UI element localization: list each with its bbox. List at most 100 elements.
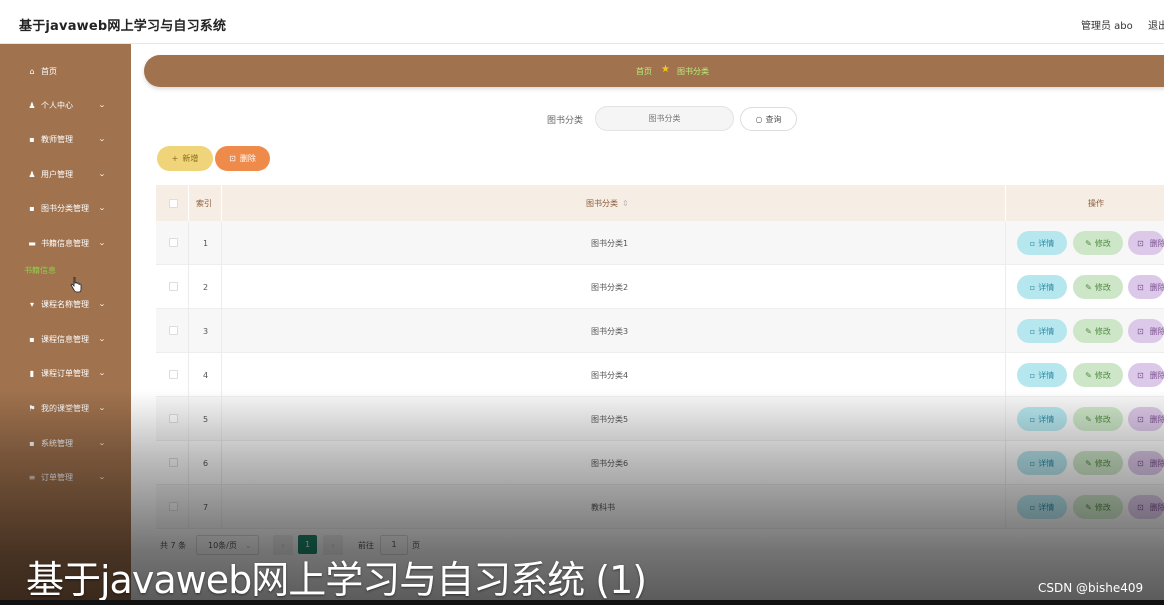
edit-button-label: 修改 <box>1094 326 1111 336</box>
table-row: 6 图书分类6 ▫ 详情 ✎ 修改 ⊡ 删除 <box>156 441 1164 485</box>
sidebar-item-7[interactable]: ▪ 课程信息管理 ⌄ <box>0 326 131 352</box>
row-index: 3 <box>203 326 209 336</box>
grid-icon: ▪ <box>29 203 35 213</box>
table-row: 3 图书分类3 ▫ 详情 ✎ 修改 ⊡ 删除 <box>156 309 1164 353</box>
row-index: 5 <box>203 414 209 424</box>
table-row: 2 图书分类2 ▫ 详情 ✎ 修改 ⊡ 删除 <box>156 265 1164 309</box>
column-header-category[interactable]: 图书分类 ⇕ <box>586 185 629 221</box>
delete-button[interactable]: ⊡ 删除 <box>1128 275 1164 299</box>
breadcrumb-home[interactable]: 首页 <box>636 66 652 77</box>
search-button[interactable]: ○ 查询 <box>740 107 797 131</box>
column-divider <box>221 353 222 397</box>
column-divider <box>188 397 189 441</box>
star-icon: ★ <box>661 64 670 75</box>
sidebar-item-2[interactable]: ▪ 教师管理 ⌄ <box>0 126 131 152</box>
select-all-checkbox[interactable] <box>169 199 178 208</box>
detail-button-label: 详情 <box>1038 326 1055 336</box>
detail-button[interactable]: ▫ 详情 <box>1017 319 1067 343</box>
chat-icon: ▾ <box>29 299 34 309</box>
sidebar-item-6[interactable]: ▾ 课程名称管理 ⌄ <box>0 291 131 317</box>
row-index: 7 <box>203 502 209 512</box>
search-input[interactable] <box>595 106 734 131</box>
search-icon: ○ <box>755 114 763 124</box>
row-category: 教科书 <box>591 502 615 512</box>
row-category: 图书分类2 <box>591 282 629 292</box>
add-button[interactable]: + 新增 <box>157 146 213 171</box>
edit-button[interactable]: ✎ 修改 <box>1073 495 1123 519</box>
edit-button[interactable]: ✎ 修改 <box>1073 407 1123 431</box>
sidebar-item-3[interactable]: ♟ 用户管理 ⌄ <box>0 161 131 187</box>
detail-button[interactable]: ▫ 详情 <box>1017 363 1067 387</box>
edit-button[interactable]: ✎ 修改 <box>1073 231 1123 255</box>
chevron-down-icon: ⌄ <box>98 439 106 447</box>
edit-button[interactable]: ✎ 修改 <box>1073 363 1123 387</box>
delete-button[interactable]: ⊡ 删除 <box>1128 407 1164 431</box>
sidebar-item-10[interactable]: ▪ 系统管理 ⌄ <box>0 430 131 456</box>
row-checkbox[interactable] <box>169 414 178 423</box>
sidebar-subitem-book-info[interactable]: 书籍信息 <box>24 265 56 276</box>
detail-button[interactable]: ▫ 详情 <box>1017 451 1067 475</box>
detail-button-label: 详情 <box>1038 238 1055 248</box>
sidebar-item-9[interactable]: ⚑ 我的课堂管理 ⌄ <box>0 395 131 421</box>
pencil-icon: ✎ <box>1085 238 1092 248</box>
delete-button-label: 删除 <box>1149 414 1164 424</box>
logout-link[interactable]: 退出 <box>1148 17 1164 32</box>
delete-button[interactable]: ⊡ 删除 <box>1128 231 1164 255</box>
document-icon: ▫ <box>1029 414 1036 424</box>
delete-button[interactable]: ⊡ 删除 <box>1128 363 1164 387</box>
chevron-down-icon: ⌄ <box>98 204 106 212</box>
top-header: 基于javaweb网上学习与自习系统 管理员 abo 退出 <box>0 0 1164 44</box>
edit-button[interactable]: ✎ 修改 <box>1073 451 1123 475</box>
edit-button[interactable]: ✎ 修改 <box>1073 275 1123 299</box>
detail-button[interactable]: ▫ 详情 <box>1017 495 1067 519</box>
delete-button[interactable]: ⊡ 删除 <box>1128 495 1164 519</box>
column-divider <box>1005 221 1006 265</box>
column-divider <box>221 441 222 485</box>
column-divider <box>1005 265 1006 309</box>
chevron-down-icon: ⌄ <box>98 300 106 308</box>
column-divider <box>221 221 222 265</box>
row-checkbox[interactable] <box>169 458 178 467</box>
detail-button[interactable]: ▫ 详情 <box>1017 231 1067 255</box>
table-row: 7 教科书 ▫ 详情 ✎ 修改 ⊡ 删除 <box>156 485 1164 529</box>
sidebar-item-label: 课程名称管理 <box>41 299 89 309</box>
chevron-down-icon: ⌄ <box>98 101 106 109</box>
row-checkbox[interactable] <box>169 370 178 379</box>
row-checkbox[interactable] <box>169 502 178 511</box>
document-icon: ▫ <box>1029 326 1036 336</box>
video-caption: 基于javaweb网上学习与自习系统 (1) <box>26 558 647 602</box>
detail-button-label: 详情 <box>1038 458 1055 468</box>
delete-button[interactable]: ⊡ 删除 <box>1128 319 1164 343</box>
add-button-label: 新增 <box>182 154 199 163</box>
pencil-icon: ✎ <box>1085 282 1092 292</box>
sidebar-item-8[interactable]: ▮ 课程订单管理 ⌄ <box>0 360 131 386</box>
book-icon: ▬ <box>28 238 36 248</box>
row-checkbox[interactable] <box>169 238 178 247</box>
row-checkbox[interactable] <box>169 282 178 291</box>
batch-delete-label: 删除 <box>239 154 256 163</box>
edit-button[interactable]: ✎ 修改 <box>1073 319 1123 343</box>
row-index: 2 <box>203 282 209 292</box>
detail-button[interactable]: ▫ 详情 <box>1017 275 1067 299</box>
edit-button-label: 修改 <box>1094 414 1111 424</box>
row-checkbox[interactable] <box>169 326 178 335</box>
sidebar-item-4[interactable]: ▪ 图书分类管理 ⌄ <box>0 195 131 221</box>
sidebar-item-11[interactable]: ≡ 订单管理 ⌄ <box>0 464 131 490</box>
sidebar-item-0[interactable]: ⌂ 首页 <box>0 58 131 84</box>
user-icon: ♟ <box>28 169 36 179</box>
delete-button[interactable]: ⊡ 删除 <box>1128 451 1164 475</box>
edit-button-label: 修改 <box>1094 370 1111 380</box>
breadcrumb <box>144 55 1164 87</box>
sidebar-item-5[interactable]: ▬ 书籍信息管理 ⌄ <box>0 230 131 256</box>
watermark: CSDN @bishe409 <box>1038 581 1144 595</box>
detail-button[interactable]: ▫ 详情 <box>1017 407 1067 431</box>
trash-icon: ⊡ <box>1137 414 1144 424</box>
detail-button-label: 详情 <box>1038 370 1055 380</box>
batch-delete-button[interactable]: ⊡ 删除 <box>215 146 270 171</box>
sidebar-item-label: 书籍信息管理 <box>41 238 89 248</box>
sidebar-item-label: 用户管理 <box>41 169 73 179</box>
app-title: 基于javaweb网上学习与自习系统 <box>19 19 227 34</box>
chevron-down-icon: ⌄ <box>98 404 106 412</box>
sidebar-item-1[interactable]: ♟ 个人中心 ⌄ <box>0 92 131 118</box>
pencil-icon: ✎ <box>1085 458 1092 468</box>
